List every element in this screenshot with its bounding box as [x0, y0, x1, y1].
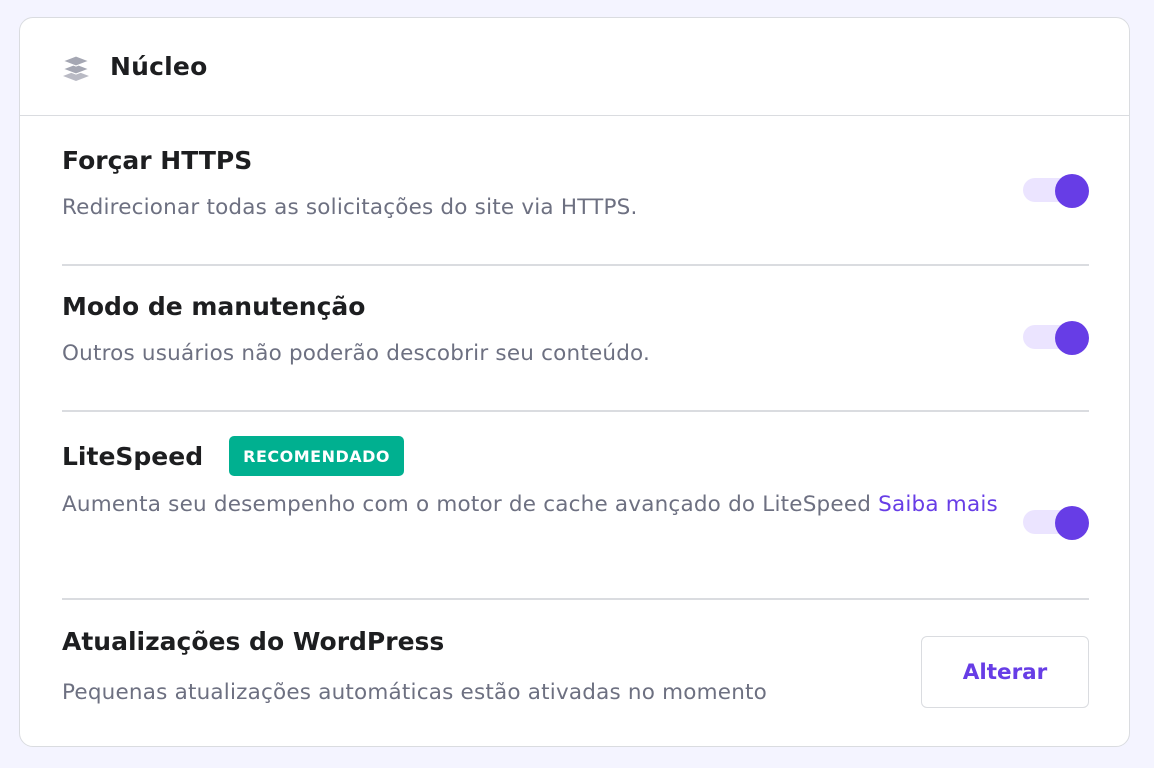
core-settings-card: Núcleo Forçar HTTPS Redirecionar todas a…: [19, 17, 1130, 747]
toggle-knob: [1055, 506, 1089, 540]
force-https-toggle[interactable]: [1023, 174, 1089, 208]
setting-title: Forçar HTTPS: [62, 146, 253, 175]
divider: [62, 598, 1089, 600]
setting-title: LiteSpeed: [62, 441, 204, 471]
setting-description-text: Aumenta seu desempenho com o motor de ca…: [62, 492, 872, 517]
layers-icon: [61, 52, 91, 82]
change-button[interactable]: Alterar: [921, 636, 1089, 708]
card-header: Núcleo: [20, 18, 1129, 116]
setting-description: Aumenta seu desempenho com o motor de ca…: [62, 484, 1012, 525]
toggle-knob: [1055, 321, 1089, 355]
setting-description: Redirecionar todas as solicitações do si…: [62, 195, 638, 220]
card-title: Núcleo: [110, 52, 208, 81]
setting-wordpress-updates: Atualizações do WordPress Pequenas atual…: [62, 627, 1089, 713]
learn-more-link[interactable]: Saiba mais: [878, 492, 998, 517]
litespeed-toggle[interactable]: [1023, 506, 1089, 540]
setting-description: Pequenas atualizações automáticas estão …: [62, 680, 768, 705]
setting-title-row: LiteSpeed RECOMENDADO: [62, 436, 1089, 476]
setting-force-https: Forçar HTTPS Redirecionar todas as solic…: [62, 146, 1089, 228]
setting-title: Modo de manutenção: [62, 292, 366, 321]
recommended-badge: RECOMENDADO: [229, 436, 405, 476]
setting-description: Outros usuários não poderão descobrir se…: [62, 341, 651, 366]
setting-maintenance-mode: Modo de manutenção Outros usuários não p…: [62, 292, 1089, 374]
divider: [62, 264, 1089, 266]
divider: [62, 410, 1089, 412]
maintenance-mode-toggle[interactable]: [1023, 321, 1089, 355]
setting-litespeed: LiteSpeed RECOMENDADO Aumenta seu desemp…: [62, 436, 1089, 540]
toggle-knob: [1055, 174, 1089, 208]
